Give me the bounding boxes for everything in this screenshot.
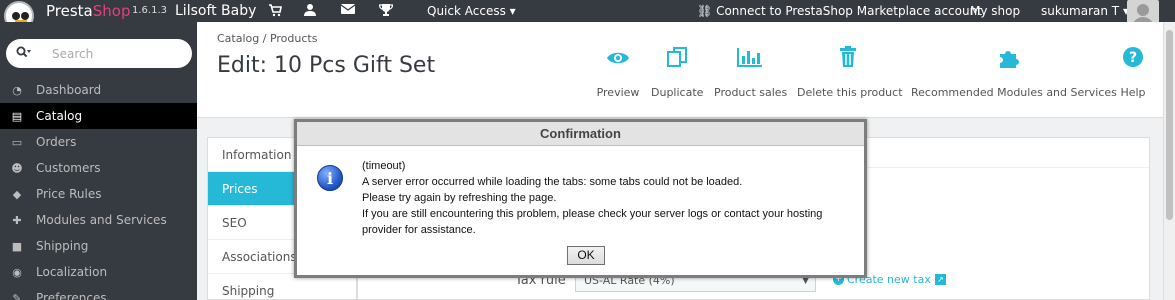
- preview-button[interactable]: Preview: [596, 46, 640, 99]
- sidebar-item-customers[interactable]: ☻ Customers: [0, 155, 197, 181]
- top-navbar: PrestaShop 1.6.1.3 Lilsoft Baby Quick Ac…: [0, 0, 1175, 30]
- duplicate-label: Duplicate: [651, 86, 704, 99]
- shop-name[interactable]: Lilsoft Baby: [175, 0, 256, 22]
- eye-icon: [596, 46, 640, 74]
- product-sales-label: Product sales: [714, 86, 788, 99]
- search-input[interactable]: Search: [52, 47, 93, 61]
- puzzle-icon: ✚: [12, 213, 22, 227]
- my-shop-link[interactable]: My shop: [970, 0, 1020, 22]
- recommended-modules-button[interactable]: Recommended Modules and Services: [911, 46, 1117, 99]
- scrollbar-thumb[interactable]: [1166, 30, 1173, 220]
- sidebar-item-label: Dashboard: [36, 83, 102, 97]
- logo-eye-right: [21, 12, 29, 20]
- product-sales-button[interactable]: Product sales: [714, 46, 788, 99]
- sidebar-item-dashboard[interactable]: ◔ Dashboard: [0, 77, 197, 103]
- external-link-icon: ↗: [934, 274, 946, 285]
- dialog-line: Please try again by refreshing the page.: [362, 192, 557, 204]
- sidebar-item-label: Localization: [36, 265, 108, 279]
- brand-name[interactable]: PrestaShop: [46, 0, 130, 22]
- users-icon: ☻: [11, 161, 23, 175]
- page-header: Catalog / Products Edit: 10 Pcs Gift Set…: [197, 22, 1175, 118]
- link-icon: ⛓: [697, 4, 713, 18]
- sidebar: Search ◔ Dashboard ▤ Catalog ▭ Orders ☻ Cust…: [0, 22, 197, 300]
- sidebar-item-preferences[interactable]: ✎ Preferences: [0, 285, 197, 300]
- envelope-icon[interactable]: [340, 3, 356, 19]
- dialog-line: A server error occurred while loading th…: [362, 176, 743, 188]
- connect-label: Connect to PrestaShop Marketplace accoun…: [716, 4, 982, 18]
- sidebar-item-catalog[interactable]: ▤ Catalog: [0, 103, 197, 129]
- breadcrumb[interactable]: Catalog / Products: [217, 32, 317, 45]
- info-icon: i: [317, 165, 343, 191]
- sidebar-item-label: Preferences: [36, 291, 107, 300]
- confirmation-dialog: Confirmation i (timeout) A server error …: [294, 119, 867, 278]
- dialog-message: (timeout) A server error occurred while …: [362, 158, 857, 238]
- ok-button[interactable]: OK: [567, 246, 605, 265]
- sidebar-item-label: Orders: [36, 135, 77, 149]
- sidebar-item-label: Modules and Services: [36, 213, 167, 227]
- help-label: Help: [1120, 86, 1146, 99]
- svg-text:?: ?: [1129, 50, 1137, 66]
- dialog-title: Confirmation: [297, 122, 864, 146]
- sidebar-item-price-rules[interactable]: ◆ Price Rules: [0, 181, 197, 207]
- tag-icon: ◆: [12, 187, 22, 201]
- version-label: 1.6.1.3: [132, 5, 167, 16]
- quick-access-menu[interactable]: Quick Access ▾: [427, 0, 516, 22]
- customer-icon[interactable]: [303, 3, 317, 19]
- trash-icon: [797, 46, 899, 74]
- sidebar-item-orders[interactable]: ▭ Orders: [0, 129, 197, 155]
- dashboard-icon: ◔: [12, 83, 22, 97]
- wrench-icon: ✎: [12, 291, 22, 300]
- search-box[interactable]: Search: [6, 39, 192, 68]
- book-icon: ▤: [11, 109, 23, 123]
- credit-card-icon: ▭: [11, 135, 23, 149]
- dialog-line: If you are still encountering this probl…: [362, 208, 823, 220]
- copy-icon: [651, 46, 703, 74]
- sidebar-item-label: Shipping: [36, 239, 89, 253]
- sidebar-item-label: Catalog: [36, 109, 83, 123]
- preview-label: Preview: [596, 86, 640, 99]
- page-title: Edit: 10 Pcs Gift Set: [217, 53, 436, 78]
- search-icon[interactable]: [16, 46, 32, 62]
- page-scrollbar[interactable]: [1163, 22, 1175, 300]
- puzzle-icon: [911, 46, 1106, 74]
- sidebar-item-modules[interactable]: ✚ Modules and Services: [0, 207, 197, 233]
- brand-shop: Shop: [92, 2, 131, 20]
- marketplace-connect-link[interactable]: ⛓ Connect to PrestaShop Marketplace acco…: [697, 0, 982, 22]
- help-icon: ?: [1117, 46, 1149, 74]
- help-button[interactable]: ? Help: [1117, 46, 1149, 99]
- bar-chart-icon: [714, 46, 786, 74]
- user-menu[interactable]: sukumaran T ▾: [1041, 0, 1129, 22]
- brand-presta: Presta: [46, 2, 93, 20]
- duplicate-button[interactable]: Duplicate: [651, 46, 703, 99]
- sidebar-item-label: Customers: [36, 161, 101, 175]
- truck-icon: ■: [11, 239, 23, 253]
- delete-product-button[interactable]: Delete this product: [797, 46, 903, 99]
- dialog-line: provider for assistance.: [362, 224, 476, 236]
- delete-label: Delete this product: [797, 86, 903, 99]
- dialog-line: (timeout): [362, 160, 406, 172]
- sidebar-item-label: Price Rules: [36, 187, 102, 201]
- logo-eye-left: [12, 12, 20, 20]
- globe-icon: ◉: [12, 265, 22, 279]
- sidebar-item-localization[interactable]: ◉ Localization: [0, 259, 197, 285]
- cart-icon[interactable]: [268, 3, 282, 19]
- recommended-label: Recommended Modules and Services: [911, 86, 1117, 99]
- trophy-icon[interactable]: [378, 3, 394, 19]
- sidebar-item-shipping[interactable]: ■ Shipping: [0, 233, 197, 259]
